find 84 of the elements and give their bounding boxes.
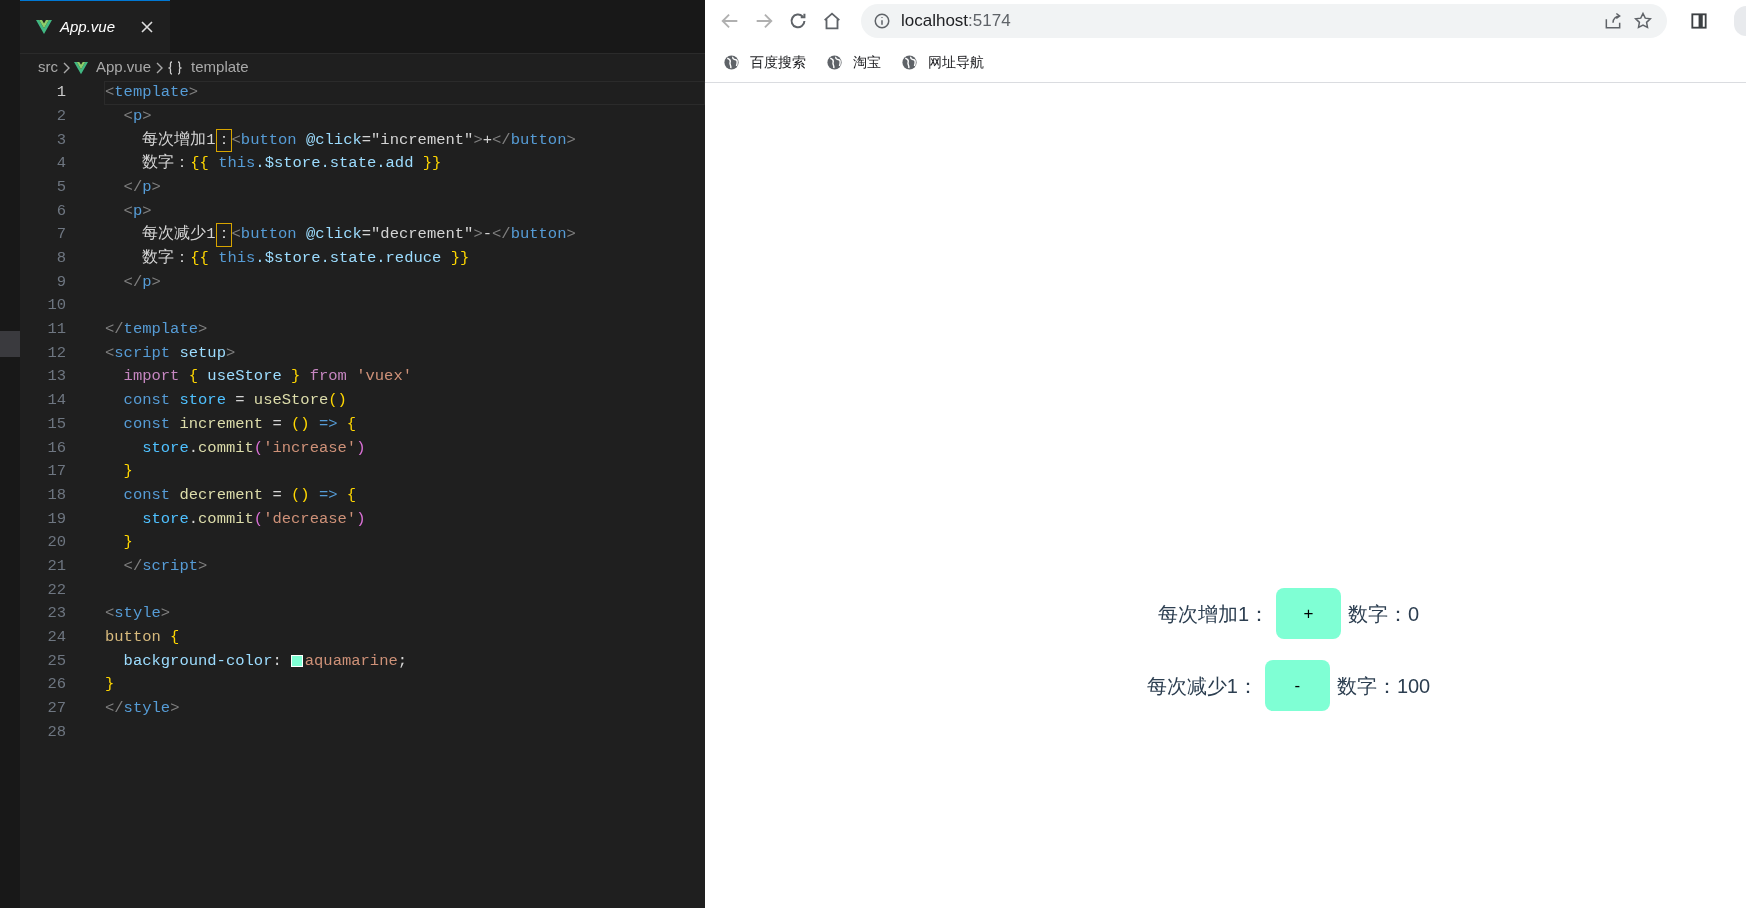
line-number: 6	[55, 200, 66, 222]
info-icon[interactable]	[873, 12, 891, 30]
line-number: 19	[46, 508, 66, 530]
bookmark[interactable]: 网址导航	[901, 51, 984, 73]
vue-logo-icon	[36, 20, 52, 34]
code-line: }	[104, 674, 116, 696]
line-number: 10	[46, 295, 66, 317]
code-line: const store = useStore()	[122, 390, 348, 412]
code-line: const decrement = () => {	[122, 484, 358, 506]
vue-logo-icon	[74, 60, 88, 75]
chevron-icon	[62, 61, 70, 74]
code-line: 数字：{{ this.$store.state.add }}	[141, 152, 443, 175]
code-line: store.commit('increase')	[141, 437, 367, 459]
code-line: 每次减少1：<button @click="decrement">-</button>	[104, 223, 705, 247]
code-line: store.commit('decrease')	[141, 508, 367, 530]
share-icon[interactable]	[1603, 11, 1623, 31]
line-number: 21	[46, 555, 66, 577]
code-line: </template>	[104, 319, 209, 341]
bookmark[interactable]: 百度搜索	[723, 51, 806, 73]
tab-label: App.vue	[60, 16, 116, 37]
line-number: 9	[55, 271, 66, 293]
counter-button[interactable]: -	[1264, 660, 1330, 711]
code-line: </p>	[122, 271, 162, 293]
line-number: 5	[55, 176, 66, 198]
line-number: 15	[46, 413, 66, 435]
code-line: background-color: aquamarine;	[122, 650, 409, 672]
line-number: 18	[46, 484, 66, 506]
counter-button[interactable]: +	[1276, 588, 1341, 639]
code-line: <p>	[122, 105, 153, 127]
line-number: 4	[55, 153, 66, 175]
line-number: 27	[46, 698, 66, 720]
line-number: 1	[55, 82, 66, 104]
globe-icon	[826, 53, 843, 71]
close-icon[interactable]	[140, 20, 154, 34]
line-number: 2	[55, 105, 66, 127]
code-line: 数字：{{ this.$store.state.reduce }}	[141, 247, 471, 270]
count-text: 数字：0	[1348, 601, 1420, 627]
row-label: 每次增加1：	[1157, 601, 1269, 627]
line-number: 8	[55, 248, 66, 270]
code-line: 每次增加1：<button @click="increment">+</button>	[104, 128, 705, 153]
breadcrumb-item[interactable]: template	[191, 56, 249, 79]
line-number: 25	[46, 650, 66, 672]
side-panel-icon[interactable]	[1689, 11, 1709, 31]
scroll-marker	[0, 331, 20, 357]
line-number: 24	[46, 627, 66, 649]
breadcrumb-item[interactable]: src	[38, 56, 58, 79]
color-swatch[interactable]	[290, 655, 303, 668]
line-number: 26	[46, 674, 66, 696]
code-line: </script>	[122, 555, 209, 577]
code-line: const increment = () => {	[122, 413, 358, 435]
line-number: 12	[46, 342, 66, 364]
line-number: 17	[46, 461, 66, 483]
line-number: 16	[46, 437, 66, 459]
line-number: 11	[46, 319, 66, 341]
braces-icon	[167, 60, 184, 75]
bookmark[interactable]: 淘宝	[826, 51, 881, 73]
star-icon[interactable]	[1633, 11, 1653, 31]
globe-icon	[723, 53, 740, 71]
line-number: 20	[46, 532, 66, 554]
editor-tab[interactable]: App.vue	[20, 0, 170, 53]
line-number: 22	[46, 579, 66, 601]
code-line: </style>	[104, 698, 181, 720]
code-line: import { useStore } from 'vuex'	[122, 366, 413, 388]
line-number: 3	[55, 129, 66, 151]
code-line: }	[122, 461, 134, 483]
line-number: 23	[46, 603, 66, 625]
code-line: }	[122, 532, 134, 554]
breadcrumb-item[interactable]: App.vue	[96, 56, 152, 79]
url-text[interactable]: localhost:5174	[901, 8, 1593, 34]
line-number: 28	[46, 721, 66, 743]
code-line: button {	[104, 627, 181, 649]
line-number: 14	[46, 390, 66, 412]
line-number: 13	[46, 366, 66, 388]
line-number: 7	[55, 224, 66, 246]
count-text: 数字：100	[1336, 673, 1431, 699]
code-line: </p>	[122, 176, 162, 198]
code-line: <p>	[122, 200, 153, 222]
code-line: <style>	[104, 603, 172, 625]
row-label: 每次减少1：	[1146, 673, 1258, 699]
address-bar[interactable]: localhost:5174	[861, 4, 1667, 38]
code-line: <script setup>	[104, 342, 237, 364]
home-icon[interactable]	[821, 10, 843, 32]
chevron-icon	[155, 61, 164, 74]
globe-icon	[901, 53, 918, 71]
